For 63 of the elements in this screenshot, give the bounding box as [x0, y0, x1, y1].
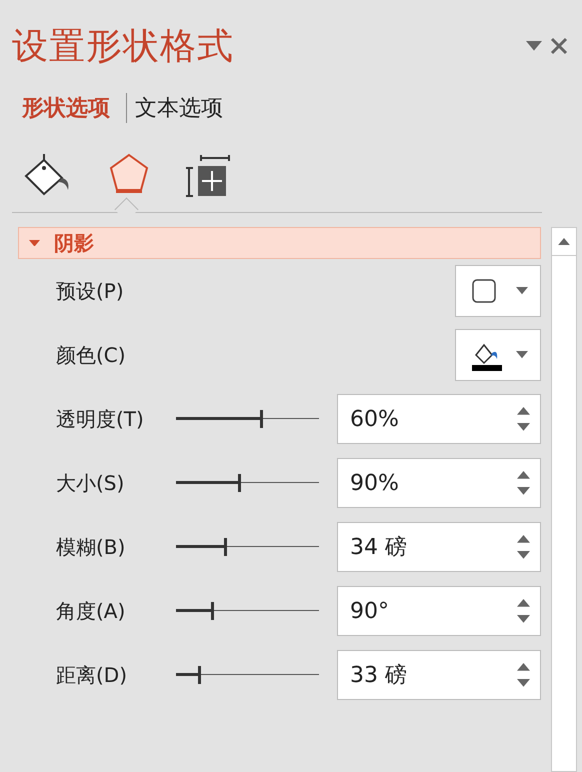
shadow-preset-icon	[470, 277, 498, 305]
field-label: 距离(D)	[56, 662, 128, 688]
slider-track[interactable]	[176, 666, 319, 684]
section-header[interactable]: 阴影	[18, 227, 541, 259]
field-label: 角度(A)	[56, 598, 126, 624]
spin-value: 90%	[350, 470, 399, 496]
spin-field[interactable]: 34 磅	[337, 522, 541, 572]
down-arrow-icon	[517, 487, 530, 495]
scrollbar[interactable]	[551, 227, 577, 772]
up-arrow-icon	[558, 238, 570, 246]
spin-field[interactable]: 90%	[337, 458, 541, 508]
spin-value: 33 磅	[350, 662, 407, 690]
slider-thumb[interactable]	[238, 474, 242, 492]
up-arrow-icon	[517, 407, 530, 415]
slider-thumb[interactable]	[224, 538, 228, 556]
decrement-button[interactable]	[517, 679, 530, 687]
increment-button[interactable]	[517, 663, 530, 671]
expanded-triangle-icon	[29, 240, 40, 246]
spin-field[interactable]: 60%	[337, 394, 541, 444]
down-arrow-icon	[517, 551, 530, 559]
caret-icon	[516, 351, 528, 359]
down-arrow-icon	[517, 423, 530, 431]
decrement-button[interactable]	[517, 551, 530, 559]
field-label: 预设(P)	[56, 278, 125, 304]
field-label: 颜色(C)	[56, 342, 127, 368]
slider-thumb[interactable]	[211, 602, 214, 620]
slider-thumb[interactable]	[260, 410, 263, 428]
slider-track[interactable]	[176, 602, 319, 620]
decrement-button[interactable]	[517, 423, 530, 431]
field-label: 透明度(T)	[56, 406, 145, 432]
down-arrow-icon	[517, 679, 530, 687]
decrement-button[interactable]	[517, 487, 530, 495]
increment-button[interactable]	[517, 407, 530, 415]
spin-field[interactable]: 90°	[337, 586, 541, 636]
icon-tab[interactable]	[184, 152, 230, 198]
caret-icon	[516, 287, 528, 295]
spin-value: 60%	[350, 406, 399, 432]
up-arrow-icon	[517, 599, 530, 607]
section-title: 阴影	[54, 230, 94, 256]
up-arrow-icon	[517, 535, 530, 543]
caret-icon	[526, 41, 542, 51]
close-icon	[550, 37, 568, 55]
pane-title: 设置形状格式	[12, 24, 235, 68]
field-label: 模糊(B)	[56, 534, 126, 560]
decrement-button[interactable]	[517, 615, 530, 623]
spin-value: 34 磅	[350, 534, 407, 562]
spin-field[interactable]: 33 磅	[337, 650, 541, 700]
slider-track[interactable]	[176, 474, 319, 492]
down-arrow-icon	[517, 615, 530, 623]
tab[interactable]: 文本选项	[126, 93, 231, 123]
increment-button[interactable]	[517, 471, 530, 479]
spin-value: 90°	[350, 598, 389, 624]
field-label: 大小(S)	[56, 470, 126, 496]
slider-track[interactable]	[176, 410, 319, 428]
up-arrow-icon	[517, 471, 530, 479]
up-arrow-icon	[517, 663, 530, 671]
increment-button[interactable]	[517, 535, 530, 543]
slider-track[interactable]	[176, 538, 319, 556]
increment-button[interactable]	[517, 599, 530, 607]
size-position-icon	[184, 152, 230, 198]
dropdown-button[interactable]	[455, 329, 541, 381]
slider-thumb[interactable]	[198, 666, 202, 684]
tab[interactable]: 形状选项	[22, 93, 118, 123]
